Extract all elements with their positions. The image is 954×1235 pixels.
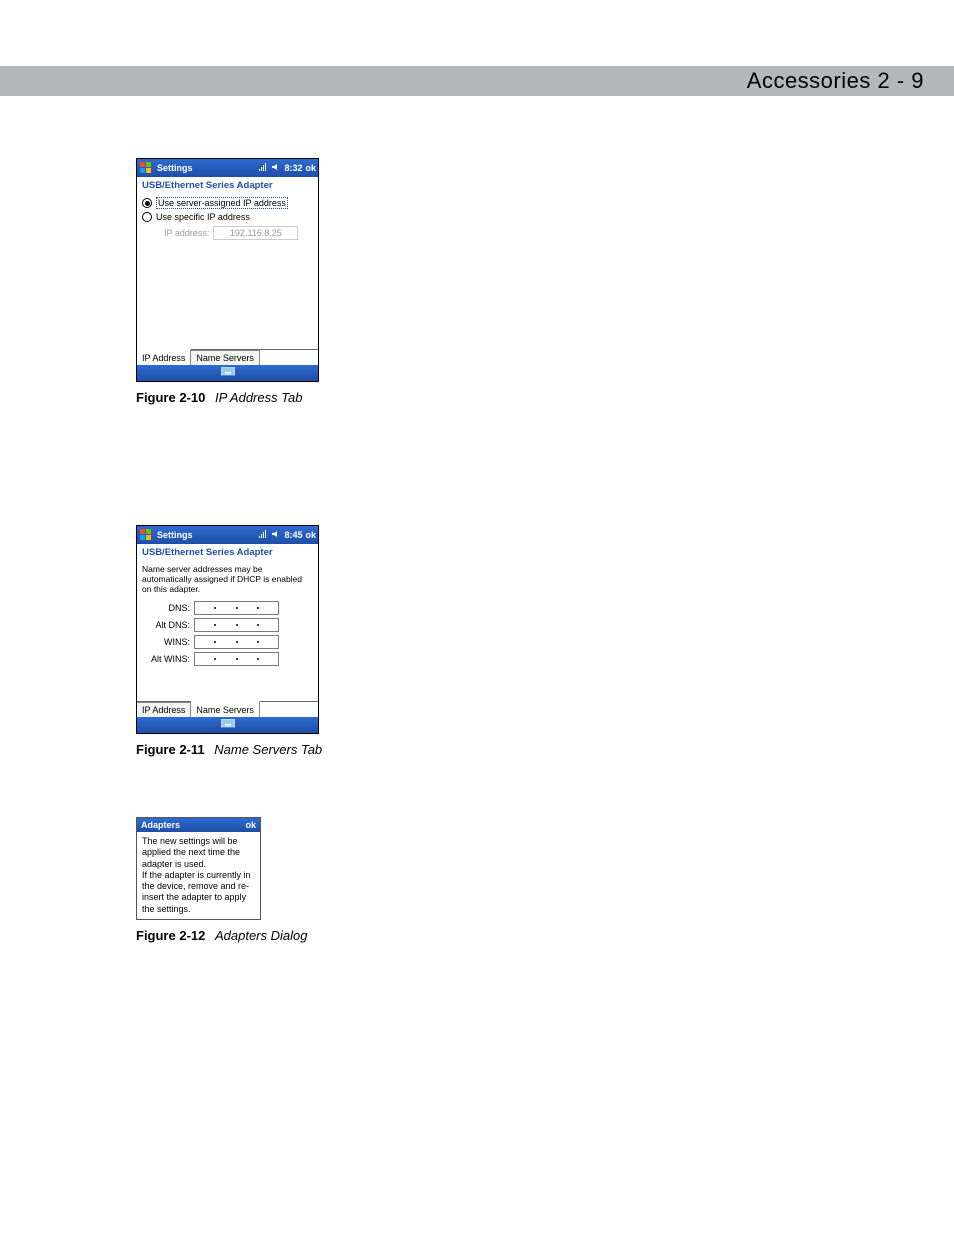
- ns-label-dns: DNS:: [142, 603, 190, 613]
- ns-row-wins: WINS:: [142, 635, 313, 649]
- wm-bottombar: [137, 717, 318, 733]
- page-content: Settings 8:32 ok USB/Ethernet Series Ada…: [0, 96, 954, 943]
- figure-text: Name Servers Tab: [214, 742, 322, 757]
- ns-row-altwins: Alt WINS:: [142, 652, 313, 666]
- windows-flag-icon: [139, 161, 153, 175]
- wm-titlebar: Settings 8:45 ok: [137, 526, 318, 544]
- dialog-title-text: Adapters: [141, 820, 180, 830]
- ns-field-altwins[interactable]: [194, 652, 279, 666]
- wm-title: Settings: [157, 163, 193, 173]
- figure-label: Figure 2-11: [136, 742, 205, 757]
- wm-status-area: 8:32 ok: [258, 159, 316, 177]
- radio-outer-icon: [142, 198, 152, 208]
- wm-status-area: 8:45 ok: [258, 526, 316, 544]
- ns-field-wins[interactable]: [194, 635, 279, 649]
- ip-address-row: IP address: 192.116.8.25: [142, 226, 313, 240]
- signal-icon: [258, 162, 268, 174]
- radio-server-assigned[interactable]: Use server-assigned IP address: [142, 197, 313, 209]
- ns-field-altdns[interactable]: [194, 618, 279, 632]
- wm-screen-name-servers: Settings 8:45 ok USB/Ethernet Series Ada…: [136, 525, 319, 734]
- wm-time: 8:32: [284, 163, 302, 173]
- figure-2-11-block: Settings 8:45 ok USB/Ethernet Series Ada…: [136, 525, 954, 757]
- radio-outer-icon: [142, 212, 152, 222]
- ns-field-dns[interactable]: [194, 601, 279, 615]
- page-header-title: Accessories 2 - 9: [747, 68, 924, 94]
- tab-ip-address[interactable]: IP Address: [137, 702, 191, 717]
- radio-specific-ip[interactable]: Use specific IP address: [142, 212, 313, 222]
- adapters-dialog-title: Adapters ok: [137, 818, 260, 832]
- ns-label-altdns: Alt DNS:: [142, 620, 190, 630]
- figure-2-10-caption: Figure 2-10 IP Address Tab: [136, 390, 954, 405]
- wm-tabs: IP Address Name Servers: [137, 701, 318, 717]
- wm-screen-ip-address: Settings 8:32 ok USB/Ethernet Series Ada…: [136, 158, 319, 382]
- tab-ip-address[interactable]: IP Address: [137, 349, 191, 365]
- adapters-dialog: Adapters ok The new settings will be app…: [136, 817, 261, 920]
- wm-time: 8:45: [284, 530, 302, 540]
- ns-description: Name server addresses may be automatical…: [142, 564, 313, 595]
- wm-body-ns: Name server addresses may be automatical…: [137, 561, 318, 701]
- windows-flag-icon: [139, 528, 153, 542]
- figure-2-12-block: Adapters ok The new settings will be app…: [136, 817, 954, 943]
- signal-icon: [258, 529, 268, 541]
- ok-button[interactable]: ok: [305, 530, 316, 540]
- speaker-icon: [271, 529, 281, 541]
- wm-subheader: USB/Ethernet Series Adapter: [137, 177, 318, 194]
- wm-body-ip: Use server-assigned IP address Use speci…: [137, 194, 318, 349]
- tab-name-servers[interactable]: Name Servers: [191, 350, 260, 365]
- figure-2-11-caption: Figure 2-11 Name Servers Tab: [136, 742, 954, 757]
- figure-2-10-block: Settings 8:32 ok USB/Ethernet Series Ada…: [136, 158, 954, 405]
- ip-address-label: IP address:: [164, 228, 209, 238]
- wm-subheader: USB/Ethernet Series Adapter: [137, 544, 318, 561]
- wm-bottombar: [137, 365, 318, 381]
- ok-button[interactable]: ok: [305, 163, 316, 173]
- keyboard-icon[interactable]: [221, 719, 235, 731]
- wm-titlebar: Settings 8:32 ok: [137, 159, 318, 177]
- radio-server-label: Use server-assigned IP address: [156, 197, 288, 209]
- figure-2-12-caption: Figure 2-12 Adapters Dialog: [136, 928, 954, 943]
- wm-title: Settings: [157, 530, 193, 540]
- ns-label-wins: WINS:: [142, 637, 190, 647]
- ns-row-dns: DNS:: [142, 601, 313, 615]
- ns-label-altwins: Alt WINS:: [142, 654, 190, 664]
- speaker-icon: [271, 162, 281, 174]
- wm-tabs: IP Address Name Servers: [137, 349, 318, 365]
- figure-label: Figure 2-12: [136, 928, 205, 943]
- figure-label: Figure 2-10: [136, 390, 205, 405]
- ip-address-field[interactable]: 192.116.8.25: [213, 226, 298, 240]
- radio-dot-icon: [145, 201, 150, 206]
- adapters-dialog-body: The new settings will be applied the nex…: [137, 832, 260, 919]
- tab-name-servers[interactable]: Name Servers: [191, 701, 260, 717]
- figure-text: IP Address Tab: [215, 390, 302, 405]
- page-header: Accessories 2 - 9: [0, 66, 954, 96]
- dialog-ok-button[interactable]: ok: [245, 820, 256, 830]
- ns-row-altdns: Alt DNS:: [142, 618, 313, 632]
- figure-text: Adapters Dialog: [215, 928, 308, 943]
- radio-specific-label: Use specific IP address: [156, 212, 250, 222]
- keyboard-icon[interactable]: [221, 367, 235, 379]
